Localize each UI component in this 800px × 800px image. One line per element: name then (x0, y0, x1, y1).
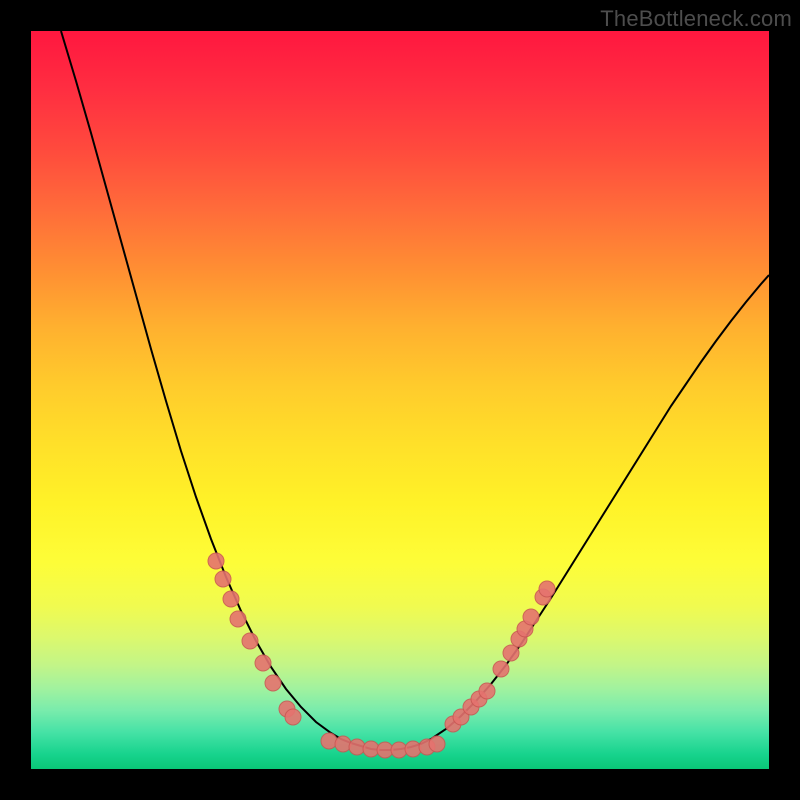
scatter-point (265, 675, 281, 691)
scatter-point (479, 683, 495, 699)
scatter-point (321, 733, 337, 749)
scatter-point (429, 736, 445, 752)
scatter-point (255, 655, 271, 671)
scatter-point (215, 571, 231, 587)
scatter-point (335, 736, 351, 752)
scatter-point (285, 709, 301, 725)
chart-overlay (31, 31, 769, 769)
scatter-point (493, 661, 509, 677)
scatter-point (349, 739, 365, 755)
scatter-point (230, 611, 246, 627)
scatter-point (539, 581, 555, 597)
watermark-label: TheBottleneck.com (600, 6, 792, 32)
scatter-point (405, 741, 421, 757)
chart-frame: TheBottleneck.com (0, 0, 800, 800)
scatter-point (523, 609, 539, 625)
scatter-point (223, 591, 239, 607)
scatter-point (242, 633, 258, 649)
bottleneck-curve (61, 31, 769, 750)
bottleneck-curve-path (61, 31, 769, 750)
scatter-point (208, 553, 224, 569)
scatter-point (503, 645, 519, 661)
scatter-markers (208, 553, 555, 758)
